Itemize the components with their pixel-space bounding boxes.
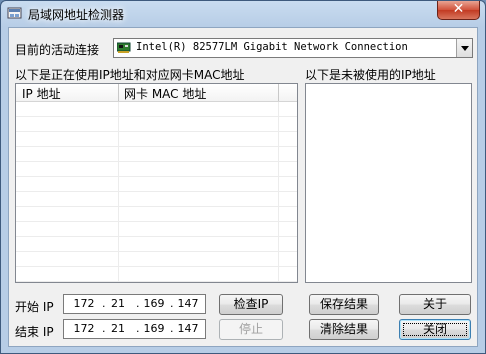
dropdown-arrow-icon[interactable] [456,39,472,57]
unused-ip-list[interactable] [305,83,472,283]
ip-dot: . [136,322,140,335]
ip-octet: 172 [73,322,95,335]
network-card-icon [117,42,131,53]
adapter-label: 目前的活动连接 [15,43,100,57]
list-header: IP 地址 网卡 MAC 地址 [16,84,297,102]
grid-line [278,102,279,282]
grid-line [118,102,119,282]
start-ip-field[interactable]: 172 . 21 . 169 . 147 [63,294,206,314]
title-bar[interactable]: 局域网地址检测器 ✕ [1,1,485,27]
used-list-label: 以下是正在使用IP地址和对应网卡MAC地址 [15,68,245,82]
ip-dot: . [102,322,106,335]
adapter-value: Intel(R) 82577LM Gigabit Network Connect… [136,41,408,53]
close-x-icon: ✕ [452,1,465,17]
unused-list-label: 以下是未被使用的IP地址 [305,68,436,82]
close-button[interactable]: 关闭 [399,319,471,340]
ip-octet: 147 [177,297,199,310]
ip-octet: 21 [111,297,125,310]
ip-octet: 169 [143,322,165,335]
ip-octet: 147 [177,322,199,335]
ip-dot: . [136,297,140,310]
app-icon [7,7,22,19]
ip-dot: . [170,322,174,335]
start-ip-label: 开始 IP [15,300,54,314]
used-ip-list[interactable]: IP 地址 网卡 MAC 地址 [15,83,298,283]
end-ip-label: 结束 IP [15,325,54,339]
focus-rect [403,323,467,336]
clear-results-button[interactable]: 清除结果 [309,319,379,340]
column-divider[interactable] [118,84,119,101]
ip-octet: 21 [111,322,125,335]
app-window: 局域网地址检测器 ✕ 目前的活动连接 Intel(R) 82577LM Giga… [0,0,486,354]
ip-dot: . [170,297,174,310]
window-close-button[interactable]: ✕ [437,1,480,20]
adapter-select[interactable]: Intel(R) 82577LM Gigabit Network Connect… [113,38,473,58]
ip-octet: 169 [143,297,165,310]
stop-button[interactable]: 停止 [219,319,283,340]
client-area: 目前的活动连接 Intel(R) 82577LM Gigabit Network… [8,27,478,347]
column-ip-address[interactable]: IP 地址 [22,85,61,102]
ip-dot: . [102,297,106,310]
window-title: 局域网地址检测器 [28,8,125,22]
end-ip-field[interactable]: 172 . 21 . 169 . 147 [63,319,206,339]
list-body[interactable] [16,102,297,282]
column-mac-address[interactable]: 网卡 MAC 地址 [124,85,206,102]
column-divider[interactable] [278,84,279,101]
save-results-button[interactable]: 保存结果 [309,294,379,315]
about-button[interactable]: 关于 [399,294,471,315]
check-ip-button[interactable]: 检查IP [219,294,283,315]
ip-octet: 172 [73,297,95,310]
